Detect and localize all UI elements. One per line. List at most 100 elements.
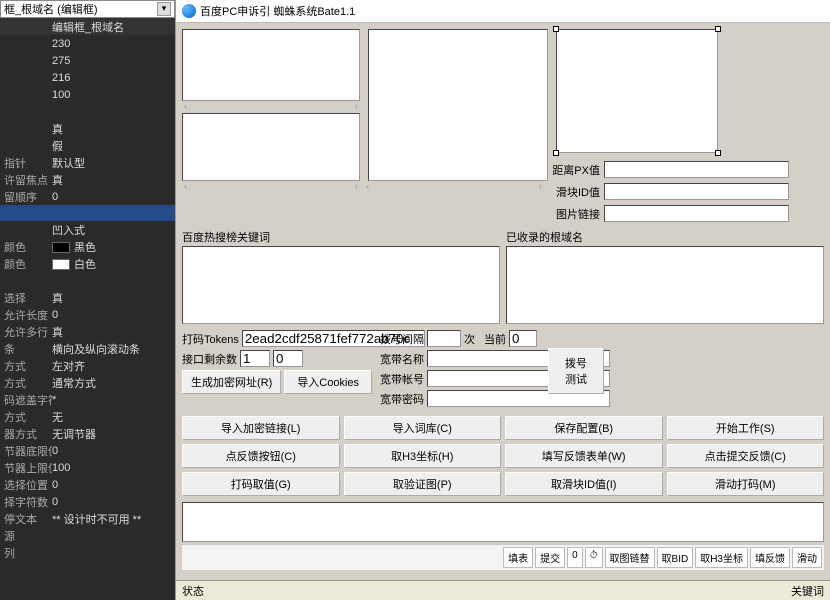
px-input[interactable]	[604, 161, 789, 178]
log-box[interactable]	[182, 502, 824, 542]
textarea-3[interactable]	[368, 29, 548, 181]
dial-times-unit: 次	[464, 331, 475, 347]
property-row[interactable]: 颜色白色	[0, 255, 175, 272]
property-row[interactable]: 允许多行真	[0, 323, 175, 340]
img-link-label: 图片链接	[552, 206, 600, 222]
toolbar-button[interactable]: ⏱	[585, 547, 603, 568]
property-row[interactable]	[0, 272, 175, 289]
property-row[interactable]: 条横向及纵向滚动条	[0, 340, 175, 357]
color-swatch-icon	[52, 242, 70, 253]
slider-id-input[interactable]	[604, 183, 789, 200]
action-button[interactable]: 点击提交反馈(C)	[667, 444, 825, 468]
property-row[interactable]: 器方式无调节器	[0, 425, 175, 442]
dial-test-button[interactable]: 拨号 测试	[548, 348, 604, 394]
textarea-2[interactable]	[182, 113, 360, 181]
toolbar-button[interactable]: 0	[567, 547, 583, 568]
property-row[interactable]: 方式通常方式	[0, 374, 175, 391]
img-link-input[interactable]	[604, 205, 789, 222]
property-row[interactable]: 留顺序0	[0, 188, 175, 205]
property-key: 允许多行	[4, 324, 52, 340]
api-remain-1[interactable]	[240, 350, 270, 367]
bb-account-label: 宽带帐号	[380, 371, 424, 387]
chevron-down-icon[interactable]: ▾	[157, 2, 171, 16]
property-row[interactable]: 允许长度0	[0, 306, 175, 323]
statusbar: 状态 关键词	[176, 580, 830, 600]
current-label: 当前	[484, 331, 506, 347]
property-row[interactable]: 指针默认型	[0, 154, 175, 171]
action-button[interactable]: 滑动打码(M)	[667, 472, 825, 496]
recorded-domain-label: 已收录的根域名	[506, 229, 824, 245]
property-key: 节器上限值	[4, 460, 52, 476]
property-row[interactable]: 码遮盖字符*	[0, 391, 175, 408]
property-row[interactable]: 许留焦点真	[0, 171, 175, 188]
property-value: 230	[52, 38, 171, 50]
action-button[interactable]: 取滑块ID值(I)	[505, 472, 663, 496]
property-value: 0	[52, 496, 171, 508]
action-button[interactable]: 点反馈按钮(C)	[182, 444, 340, 468]
action-button[interactable]: 填写反馈表单(W)	[505, 444, 663, 468]
property-row[interactable]: 100	[0, 86, 175, 103]
app-title: 百度PC申诉引 蜘蛛系统Bate1.1	[200, 3, 355, 19]
property-value: 无调节器	[52, 426, 171, 442]
property-key: 择字符数	[4, 494, 52, 510]
property-row[interactable]: 选择真	[0, 289, 175, 306]
resize-handle[interactable]	[715, 26, 721, 32]
action-button[interactable]: 取H3坐标(H)	[344, 444, 502, 468]
toolbar-button[interactable]: 取图链替	[605, 547, 655, 568]
property-row[interactable]: 源	[0, 527, 175, 544]
property-row[interactable]: 凹入式	[0, 221, 175, 238]
property-row[interactable]: 节器上限值100	[0, 459, 175, 476]
resize-handle[interactable]	[553, 26, 559, 32]
gen-encrypt-url-button[interactable]: 生成加密网址(R)	[182, 370, 281, 394]
api-remain-label: 接口剩余数	[182, 351, 237, 367]
property-row[interactable]: 假	[0, 137, 175, 154]
action-button[interactable]: 导入加密链接(L)	[182, 416, 340, 440]
property-row[interactable]	[0, 103, 175, 120]
property-row[interactable]: 真	[0, 120, 175, 137]
toolbar-button[interactable]: 取H3坐标	[695, 547, 748, 568]
property-row[interactable]: 停文本** 设计时不可用 **	[0, 510, 175, 527]
toolbar-button[interactable]: 取BID	[657, 547, 694, 568]
property-value: 216	[52, 72, 171, 84]
property-key: 选择位置	[4, 477, 52, 493]
property-key: 源	[4, 528, 52, 544]
recorded-domain-box[interactable]	[506, 246, 824, 324]
property-row[interactable]	[0, 205, 175, 221]
resize-handle[interactable]	[715, 150, 721, 156]
hot-search-box[interactable]	[182, 246, 500, 324]
import-cookies-button[interactable]: 导入Cookies	[284, 370, 372, 394]
action-button[interactable]: 保存配置(B)	[505, 416, 663, 440]
action-button[interactable]: 取验证图(P)	[344, 472, 502, 496]
property-value: 黑色	[52, 239, 171, 255]
property-row[interactable]: 275	[0, 52, 175, 69]
toolbar-button[interactable]: 填反馈	[750, 547, 790, 568]
toolbar-button[interactable]: 提交	[535, 547, 565, 568]
current-value[interactable]	[509, 330, 537, 347]
property-value: 通常方式	[52, 375, 171, 391]
dial-interval-input[interactable]	[427, 330, 461, 347]
toolbar-button[interactable]: 填表	[503, 547, 533, 568]
action-button[interactable]: 导入词库(C)	[344, 416, 502, 440]
component-selector-text: 框_根域名 (编辑框)	[4, 1, 98, 17]
property-row[interactable]: 方式左对齐	[0, 357, 175, 374]
api-remain-2[interactable]	[273, 350, 303, 367]
property-row[interactable]: 选择位置0	[0, 476, 175, 493]
action-button[interactable]: 打码取值(G)	[182, 472, 340, 496]
resize-handle[interactable]	[553, 150, 559, 156]
property-key: 停文本	[4, 511, 52, 527]
property-value: 真	[52, 324, 171, 340]
image-preview	[556, 29, 718, 153]
main-area: ‹› ‹› ‹›	[176, 23, 830, 580]
property-row[interactable]: 方式无	[0, 408, 175, 425]
property-row[interactable]: 216	[0, 69, 175, 86]
property-row[interactable]: 颜色黑色	[0, 238, 175, 255]
property-row[interactable]: 节器底限值0	[0, 442, 175, 459]
action-button[interactable]: 开始工作(S)	[667, 416, 825, 440]
property-list: 230275216100真假指针默认型许留焦点真留顺序0凹入式颜色黑色颜色白色选…	[0, 35, 175, 600]
textarea-1[interactable]	[182, 29, 360, 101]
component-selector[interactable]: 框_根域名 (编辑框) ▾	[0, 0, 175, 18]
toolbar-button[interactable]: 滑动	[792, 547, 822, 568]
property-row[interactable]: 列	[0, 544, 175, 561]
property-row[interactable]: 230	[0, 35, 175, 52]
property-row[interactable]: 择字符数0	[0, 493, 175, 510]
